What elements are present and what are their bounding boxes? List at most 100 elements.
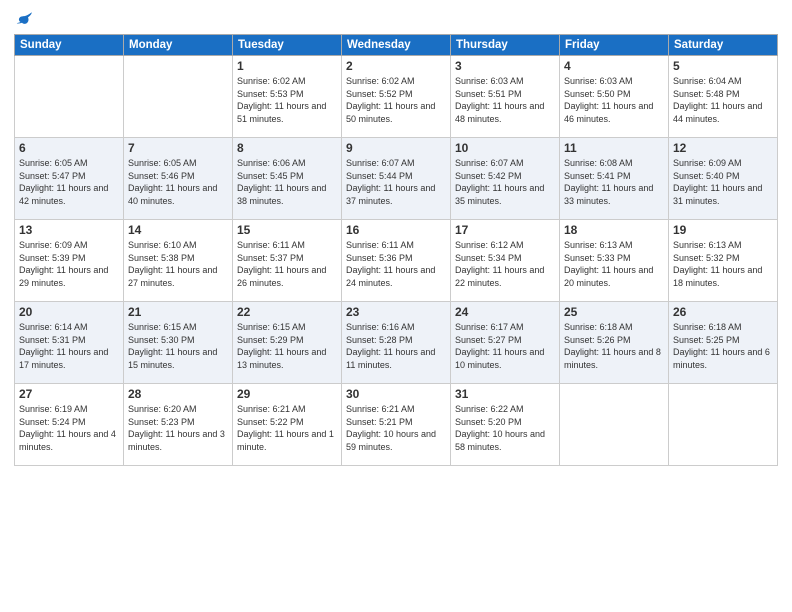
day-info: Sunrise: 6:05 AM Sunset: 5:47 PM Dayligh…	[19, 157, 119, 207]
calendar-cell: 28 Sunrise: 6:20 AM Sunset: 5:23 PM Dayli…	[124, 384, 233, 466]
day-number: 23	[346, 305, 446, 319]
day-info: Sunrise: 6:20 AM Sunset: 5:23 PM Dayligh…	[128, 403, 228, 453]
calendar-week-row: 13 Sunrise: 6:09 AM Sunset: 5:39 PM Dayli…	[15, 220, 778, 302]
day-info: Sunrise: 6:03 AM Sunset: 5:50 PM Dayligh…	[564, 75, 664, 125]
day-info: Sunrise: 6:22 AM Sunset: 5:20 PM Dayligh…	[455, 403, 555, 453]
day-info: Sunrise: 6:04 AM Sunset: 5:48 PM Dayligh…	[673, 75, 773, 125]
calendar-cell: 21Sunrise: 6:15 AM Sunset: 5:30 PM Dayli…	[124, 302, 233, 384]
day-number: 9	[346, 141, 446, 155]
day-info: Sunrise: 6:02 AM Sunset: 5:53 PM Dayligh…	[237, 75, 337, 125]
day-info: Sunrise: 6:03 AM Sunset: 5:51 PM Dayligh…	[455, 75, 555, 125]
calendar-cell: 25 Sunrise: 6:18 AM Sunset: 5:26 PM Dayli…	[560, 302, 669, 384]
day-info: Sunrise: 6:21 AM Sunset: 5:21 PM Dayligh…	[346, 403, 446, 453]
day-number: 28	[128, 387, 228, 401]
day-number: 22	[237, 305, 337, 319]
calendar-cell: 4 Sunrise: 6:03 AM Sunset: 5:50 PM Daylig…	[560, 56, 669, 138]
calendar-cell: 18Sunrise: 6:13 AM Sunset: 5:33 PM Dayli…	[560, 220, 669, 302]
day-info: Sunrise: 6:06 AM Sunset: 5:45 PM Dayligh…	[237, 157, 337, 207]
calendar-cell: 17 Sunrise: 6:12 AM Sunset: 5:34 PM Dayli…	[451, 220, 560, 302]
day-number: 24	[455, 305, 555, 319]
day-info: Sunrise: 6:11 AM Sunset: 5:37 PM Dayligh…	[237, 239, 337, 289]
calendar-cell: 23Sunrise: 6:16 AM Sunset: 5:28 PM Dayli…	[342, 302, 451, 384]
calendar-cell: 1Sunrise: 6:02 AM Sunset: 5:53 PM Daylig…	[233, 56, 342, 138]
logo	[14, 10, 34, 28]
day-info: Sunrise: 6:17 AM Sunset: 5:27 PM Dayligh…	[455, 321, 555, 371]
calendar-cell: 11Sunrise: 6:08 AM Sunset: 5:41 PM Dayli…	[560, 138, 669, 220]
calendar-cell: 14Sunrise: 6:10 AM Sunset: 5:38 PM Dayli…	[124, 220, 233, 302]
day-number: 4	[564, 59, 664, 73]
day-number: 3	[455, 59, 555, 73]
day-number: 12	[673, 141, 773, 155]
day-info: Sunrise: 6:05 AM Sunset: 5:46 PM Dayligh…	[128, 157, 228, 207]
calendar-week-row: 6 Sunrise: 6:05 AM Sunset: 5:47 PM Daylig…	[15, 138, 778, 220]
day-info: Sunrise: 6:09 AM Sunset: 5:40 PM Dayligh…	[673, 157, 773, 207]
calendar-cell: 9 Sunrise: 6:07 AM Sunset: 5:44 PM Daylig…	[342, 138, 451, 220]
day-number: 5	[673, 59, 773, 73]
day-number: 13	[19, 223, 119, 237]
calendar-cell: 13 Sunrise: 6:09 AM Sunset: 5:39 PM Dayli…	[15, 220, 124, 302]
column-header-thursday: Thursday	[451, 35, 560, 56]
day-number: 17	[455, 223, 555, 237]
calendar-cell: 31 Sunrise: 6:22 AM Sunset: 5:20 PM Dayli…	[451, 384, 560, 466]
day-info: Sunrise: 6:09 AM Sunset: 5:39 PM Dayligh…	[19, 239, 119, 289]
calendar-cell: 10 Sunrise: 6:07 AM Sunset: 5:42 PM Dayli…	[451, 138, 560, 220]
calendar-week-row: 1Sunrise: 6:02 AM Sunset: 5:53 PM Daylig…	[15, 56, 778, 138]
day-number: 2	[346, 59, 446, 73]
calendar-cell	[124, 56, 233, 138]
day-info: Sunrise: 6:07 AM Sunset: 5:44 PM Dayligh…	[346, 157, 446, 207]
column-header-wednesday: Wednesday	[342, 35, 451, 56]
column-header-friday: Friday	[560, 35, 669, 56]
calendar-cell: 16 Sunrise: 6:11 AM Sunset: 5:36 PM Dayli…	[342, 220, 451, 302]
day-info: Sunrise: 6:21 AM Sunset: 5:22 PM Dayligh…	[237, 403, 337, 453]
day-number: 8	[237, 141, 337, 155]
day-number: 18	[564, 223, 664, 237]
calendar-cell	[560, 384, 669, 466]
day-number: 21	[128, 305, 228, 319]
calendar-cell: 30 Sunrise: 6:21 AM Sunset: 5:21 PM Dayli…	[342, 384, 451, 466]
column-header-saturday: Saturday	[669, 35, 778, 56]
day-number: 25	[564, 305, 664, 319]
day-number: 19	[673, 223, 773, 237]
calendar-cell: 26Sunrise: 6:18 AM Sunset: 5:25 PM Dayli…	[669, 302, 778, 384]
calendar-cell: 24 Sunrise: 6:17 AM Sunset: 5:27 PM Dayli…	[451, 302, 560, 384]
calendar-cell: 5 Sunrise: 6:04 AM Sunset: 5:48 PM Daylig…	[669, 56, 778, 138]
calendar-cell: 22 Sunrise: 6:15 AM Sunset: 5:29 PM Dayli…	[233, 302, 342, 384]
calendar-cell: 8 Sunrise: 6:06 AM Sunset: 5:45 PM Daylig…	[233, 138, 342, 220]
day-info: Sunrise: 6:19 AM Sunset: 5:24 PM Dayligh…	[19, 403, 119, 453]
day-number: 10	[455, 141, 555, 155]
calendar-week-row: 20 Sunrise: 6:14 AM Sunset: 5:31 PM Dayli…	[15, 302, 778, 384]
day-number: 30	[346, 387, 446, 401]
day-info: Sunrise: 6:14 AM Sunset: 5:31 PM Dayligh…	[19, 321, 119, 371]
calendar-cell: 7Sunrise: 6:05 AM Sunset: 5:46 PM Daylig…	[124, 138, 233, 220]
calendar-week-row: 27Sunrise: 6:19 AM Sunset: 5:24 PM Dayli…	[15, 384, 778, 466]
calendar-cell: 12 Sunrise: 6:09 AM Sunset: 5:40 PM Dayli…	[669, 138, 778, 220]
day-info: Sunrise: 6:11 AM Sunset: 5:36 PM Dayligh…	[346, 239, 446, 289]
page: SundayMondayTuesdayWednesdayThursdayFrid…	[0, 0, 792, 612]
calendar-cell: 20 Sunrise: 6:14 AM Sunset: 5:31 PM Dayli…	[15, 302, 124, 384]
day-info: Sunrise: 6:02 AM Sunset: 5:52 PM Dayligh…	[346, 75, 446, 125]
day-info: Sunrise: 6:15 AM Sunset: 5:29 PM Dayligh…	[237, 321, 337, 371]
calendar-cell	[15, 56, 124, 138]
day-number: 20	[19, 305, 119, 319]
day-info: Sunrise: 6:12 AM Sunset: 5:34 PM Dayligh…	[455, 239, 555, 289]
day-number: 16	[346, 223, 446, 237]
calendar-cell: 29 Sunrise: 6:21 AM Sunset: 5:22 PM Dayli…	[233, 384, 342, 466]
day-number: 31	[455, 387, 555, 401]
calendar-cell: 15Sunrise: 6:11 AM Sunset: 5:37 PM Dayli…	[233, 220, 342, 302]
day-info: Sunrise: 6:18 AM Sunset: 5:25 PM Dayligh…	[673, 321, 773, 371]
day-info: Sunrise: 6:13 AM Sunset: 5:32 PM Dayligh…	[673, 239, 773, 289]
day-info: Sunrise: 6:07 AM Sunset: 5:42 PM Dayligh…	[455, 157, 555, 207]
calendar-cell: 27Sunrise: 6:19 AM Sunset: 5:24 PM Dayli…	[15, 384, 124, 466]
calendar-cell: 2 Sunrise: 6:02 AM Sunset: 5:52 PM Daylig…	[342, 56, 451, 138]
day-info: Sunrise: 6:18 AM Sunset: 5:26 PM Dayligh…	[564, 321, 664, 371]
logo-bird-icon	[16, 10, 34, 28]
day-info: Sunrise: 6:08 AM Sunset: 5:41 PM Dayligh…	[564, 157, 664, 207]
day-number: 6	[19, 141, 119, 155]
calendar-table: SundayMondayTuesdayWednesdayThursdayFrid…	[14, 34, 778, 466]
calendar-header-row: SundayMondayTuesdayWednesdayThursdayFrid…	[15, 35, 778, 56]
column-header-monday: Monday	[124, 35, 233, 56]
day-info: Sunrise: 6:10 AM Sunset: 5:38 PM Dayligh…	[128, 239, 228, 289]
calendar-cell: 19 Sunrise: 6:13 AM Sunset: 5:32 PM Dayli…	[669, 220, 778, 302]
day-number: 29	[237, 387, 337, 401]
calendar-cell: 6 Sunrise: 6:05 AM Sunset: 5:47 PM Daylig…	[15, 138, 124, 220]
